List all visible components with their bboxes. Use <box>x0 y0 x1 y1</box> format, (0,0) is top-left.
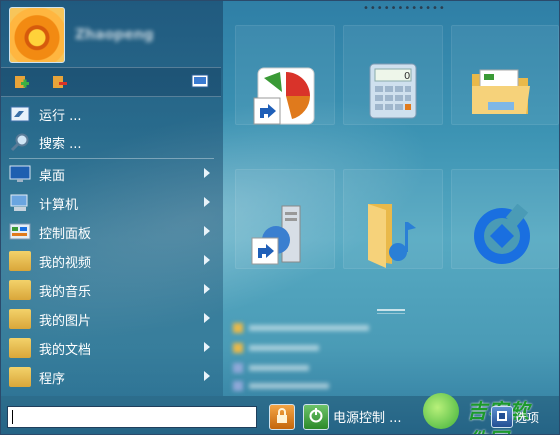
submenu-arrow-icon <box>204 371 210 381</box>
menu-item-label: 我的文档 <box>39 342 92 358</box>
network-server-shortcut-icon <box>250 204 310 272</box>
submenu-arrow-icon <box>204 226 210 236</box>
menu-item-desktop[interactable]: 桌面 <box>9 161 214 187</box>
programs-folder-icon <box>9 367 31 387</box>
leaf-icon <box>423 393 459 429</box>
lock-button[interactable] <box>269 404 295 430</box>
user-avatar[interactable] <box>9 7 65 63</box>
desktop-icon <box>9 164 31 184</box>
videos-folder-icon <box>9 251 31 271</box>
computer-icon <box>9 193 31 213</box>
search-item[interactable]: 搜索 ... <box>9 129 214 155</box>
run-icon <box>9 104 31 124</box>
recent-list-item <box>233 322 383 336</box>
options-icon <box>496 410 508 425</box>
menu-item-computer[interactable]: 计算机 <box>9 190 214 216</box>
tile-music-folder[interactable] <box>343 169 443 269</box>
search-label: 搜索 ... <box>39 136 82 152</box>
chart-shortcut-icon <box>252 62 318 132</box>
app-add-icon[interactable] <box>13 74 29 90</box>
recent-list-item <box>233 362 383 376</box>
tile-chart-shortcut[interactable] <box>235 25 335 125</box>
file-explorer-icon <box>470 66 532 122</box>
display-icon[interactable] <box>191 74 209 90</box>
music-folder-icon <box>9 280 31 300</box>
options-label[interactable]: 选项 <box>515 409 539 426</box>
calculator-display: 0 <box>404 71 410 82</box>
submenu-arrow-icon <box>204 197 210 207</box>
search-input[interactable] <box>7 406 257 428</box>
user-name: Zhaopeng <box>75 27 154 43</box>
drag-handle[interactable]: •••••••••••• <box>363 3 446 14</box>
documents-folder-icon <box>9 338 31 358</box>
submenu-arrow-icon <box>204 313 210 323</box>
quick-toolbar <box>1 67 221 97</box>
menu-item-pictures[interactable]: 我的图片 <box>9 306 214 332</box>
submenu-arrow-icon <box>204 168 210 178</box>
calculator-icon: 0 <box>368 62 418 124</box>
menu-item-label: 控制面板 <box>39 226 92 242</box>
music-folder-icon <box>362 200 418 272</box>
submenu-arrow-icon <box>204 342 210 352</box>
menu-item-label: 我的音乐 <box>39 284 92 300</box>
power-control-label[interactable]: 电源控制 ... <box>333 407 402 426</box>
search-icon <box>9 132 31 152</box>
tile-ccb-bank[interactable] <box>451 169 559 269</box>
left-panel: Zhaopeng 运行 ... 搜索 ... 桌面 计算机 控制面板 我的视频 … <box>1 1 223 396</box>
tile-calculator[interactable]: 0 <box>343 25 443 125</box>
menu-item-documents[interactable]: 我的文档 <box>9 335 214 361</box>
recent-list-item <box>233 342 383 356</box>
control-panel-icon <box>9 222 31 242</box>
page-indicator[interactable] <box>377 309 405 311</box>
power-icon <box>308 407 324 427</box>
options-button[interactable] <box>491 406 513 428</box>
page-indicator-shadow <box>377 313 405 314</box>
menu-item-music[interactable]: 我的音乐 <box>9 277 214 303</box>
text-caret <box>12 410 13 424</box>
divider <box>9 158 214 159</box>
tile-network-server[interactable] <box>235 169 335 269</box>
menu-item-control-panel[interactable]: 控制面板 <box>9 219 214 245</box>
menu-item-videos[interactable]: 我的视频 <box>9 248 214 274</box>
app-remove-icon[interactable] <box>51 74 67 90</box>
run-label: 运行 ... <box>39 108 82 124</box>
lock-icon <box>275 407 289 427</box>
power-button[interactable] <box>303 404 329 430</box>
submenu-arrow-icon <box>204 255 210 265</box>
recent-list-item <box>233 380 383 394</box>
menu-item-label: 程序 <box>39 371 66 387</box>
menu-item-label: 计算机 <box>39 197 79 213</box>
menu-item-label: 我的视频 <box>39 255 92 271</box>
start-menu: Zhaopeng 运行 ... 搜索 ... 桌面 计算机 控制面板 我的视频 … <box>0 0 560 435</box>
menu-item-label: 桌面 <box>39 168 66 184</box>
menu-item-label: 我的图片 <box>39 313 92 329</box>
ccb-bank-logo-icon <box>470 203 534 272</box>
pictures-folder-icon <box>9 309 31 329</box>
run-item[interactable]: 运行 ... <box>9 101 214 127</box>
menu-item-programs[interactable]: 程序 <box>9 364 214 390</box>
tile-file-explorer[interactable] <box>451 25 559 125</box>
submenu-arrow-icon <box>204 284 210 294</box>
